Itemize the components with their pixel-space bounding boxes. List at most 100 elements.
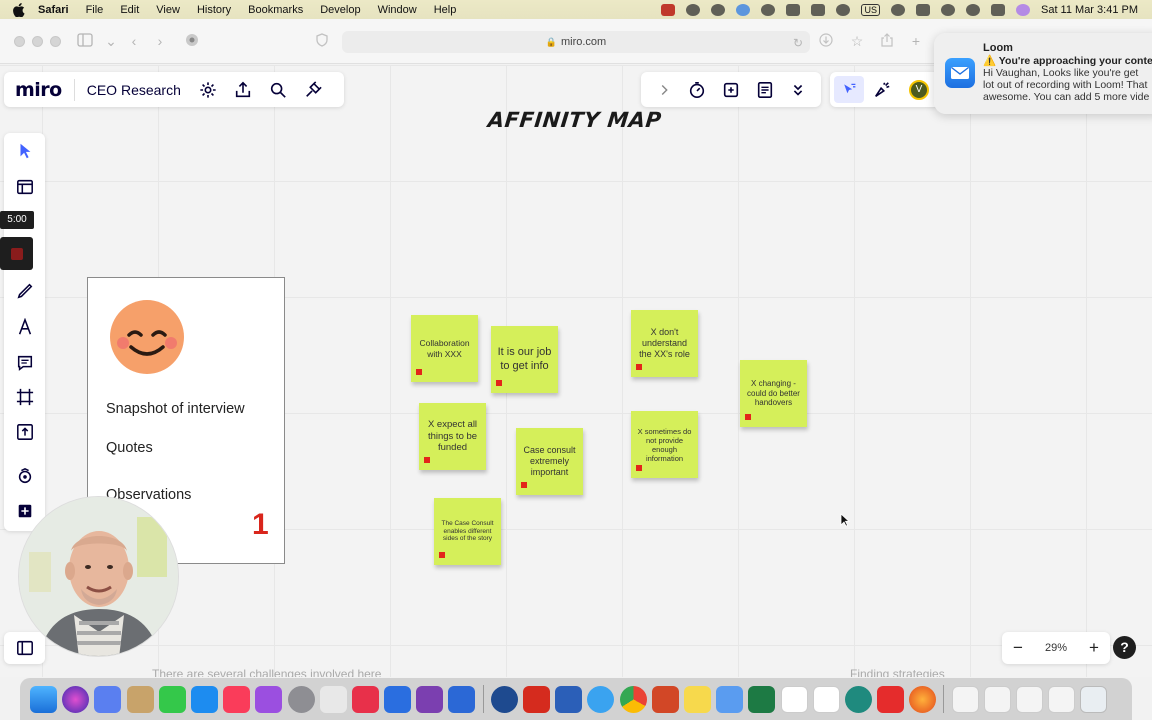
new-tab-icon[interactable]: + [908,33,924,49]
onenote-icon[interactable] [416,685,444,713]
launchpad-icon[interactable] [94,685,122,713]
text-tool-icon[interactable] [4,311,45,343]
window-thumbnail-icon[interactable] [983,685,1011,713]
sticky-note[interactable]: X sometimes do not provide enough inform… [631,411,698,478]
select-tool-icon[interactable] [4,135,45,167]
chevrons-down-icon[interactable] [781,72,815,107]
search-icon[interactable] [261,72,296,107]
notes-icon[interactable] [683,685,711,713]
loom-status-icon[interactable] [836,3,851,16]
reload-icon[interactable]: ↻ [790,35,806,51]
input-source[interactable]: US [861,3,880,16]
evernote-icon[interactable] [844,685,872,713]
cursor-mode-icon[interactable] [834,76,864,103]
share-icon[interactable] [879,33,895,49]
acrobat-icon[interactable] [523,685,550,713]
chevron-right-icon[interactable] [647,72,681,107]
sticky-note[interactable]: It is our job to get info [491,326,558,393]
firefox-icon[interactable] [909,685,937,713]
templates-icon[interactable] [4,171,45,203]
menu-help[interactable]: Help [434,4,457,16]
shield-icon[interactable] [314,33,330,49]
window-thumbnail-icon[interactable] [1048,685,1076,713]
app-store-icon[interactable] [190,685,218,713]
sticky-note[interactable]: X changing - could do better handovers [740,360,807,427]
powerpoint-icon[interactable] [651,685,679,713]
menu-develop[interactable]: Develop [320,4,360,16]
word-icon[interactable] [555,685,583,713]
clock[interactable]: Sat 11 Mar 3:41 PM [1041,4,1138,16]
plugin-icon[interactable] [296,72,331,107]
pocket-icon[interactable] [351,685,379,713]
hemingway-icon[interactable] [812,685,840,713]
forward-icon[interactable]: › [152,33,168,49]
wifi-icon[interactable] [940,3,955,16]
excel-icon[interactable] [748,685,776,713]
miro-logo[interactable]: miro [15,79,62,101]
app-icon[interactable] [384,685,412,713]
control-center-icon[interactable] [990,3,1005,16]
close-window-button[interactable] [14,36,25,47]
notion-icon[interactable] [780,685,808,713]
zoom-level[interactable]: 29% [1045,642,1067,654]
avatar[interactable]: V [909,79,929,100]
trash-icon[interactable] [1080,685,1108,713]
zoom-window-button[interactable] [50,36,61,47]
search-icon[interactable] [965,3,980,16]
cloud-icon[interactable] [686,3,701,16]
menu-bookmarks[interactable]: Bookmarks [248,4,303,16]
status-app-icon[interactable] [661,3,676,16]
address-bar[interactable]: 🔒 miro.com [342,31,810,53]
sticky-note[interactable]: X don't understand the XX's role [631,310,698,377]
sticky-note[interactable]: The Case Consult enables different sides… [434,498,501,565]
menu-history[interactable]: History [197,4,231,16]
settings-icon[interactable] [191,72,226,107]
sidebar-toggle-icon[interactable] [77,33,93,49]
download-icon[interactable] [818,33,834,49]
quicktime-icon[interactable] [490,685,518,713]
timer-icon[interactable] [681,72,715,107]
bluetooth-icon[interactable] [890,3,905,16]
notes-folder-icon[interactable] [126,685,154,713]
timer-badge[interactable]: 5:00 [0,211,34,229]
messages-icon[interactable] [158,685,186,713]
export-icon[interactable] [226,72,261,107]
menu-safari[interactable]: Safari [38,4,69,16]
comment-icon[interactable] [4,347,45,379]
menu-view[interactable]: View [156,4,180,16]
sticky-note[interactable]: Case consult extremely important [516,428,583,495]
help-button[interactable]: ? [1113,636,1136,659]
notes-icon[interactable] [748,72,782,107]
pen-tool-icon[interactable] [4,275,45,307]
creative-cloud-icon[interactable] [786,3,801,16]
finder-icon[interactable] [30,685,57,713]
window-thumbnail-icon[interactable] [1016,685,1043,713]
zoom-in-button[interactable]: + [1087,638,1101,658]
zoom-out-button[interactable]: − [1011,638,1025,658]
apple-menu-icon[interactable] [12,2,26,17]
webcam-bubble[interactable] [18,496,179,657]
screen-mirror-icon[interactable] [811,3,826,16]
board-name[interactable]: CEO Research [87,82,181,98]
time-machine-icon[interactable] [761,3,776,16]
star-icon[interactable]: ☆ [849,33,865,49]
back-icon[interactable]: ‹ [126,33,142,49]
sticky-note[interactable]: X expect all things to be funded [419,403,486,470]
extension-icon[interactable] [184,33,200,49]
menu-edit[interactable]: Edit [120,4,139,16]
loom-record-button[interactable] [0,237,33,270]
music-icon[interactable] [223,685,251,713]
battery-icon[interactable] [915,3,930,16]
chrome-icon[interactable] [619,685,647,713]
safari-icon[interactable] [587,685,615,713]
sticky-note[interactable]: Collaboration with XXX [411,315,478,382]
panels-toggle-icon[interactable] [4,632,45,664]
siri-icon[interactable] [62,685,90,713]
slack-icon[interactable] [319,685,347,713]
pencil-app-icon[interactable] [448,685,476,713]
siri-icon[interactable] [1015,3,1030,16]
apps-icon[interactable] [4,460,45,492]
mail-icon[interactable] [716,685,744,713]
system-preferences-icon[interactable] [287,685,315,713]
frame-icon[interactable] [4,381,45,413]
